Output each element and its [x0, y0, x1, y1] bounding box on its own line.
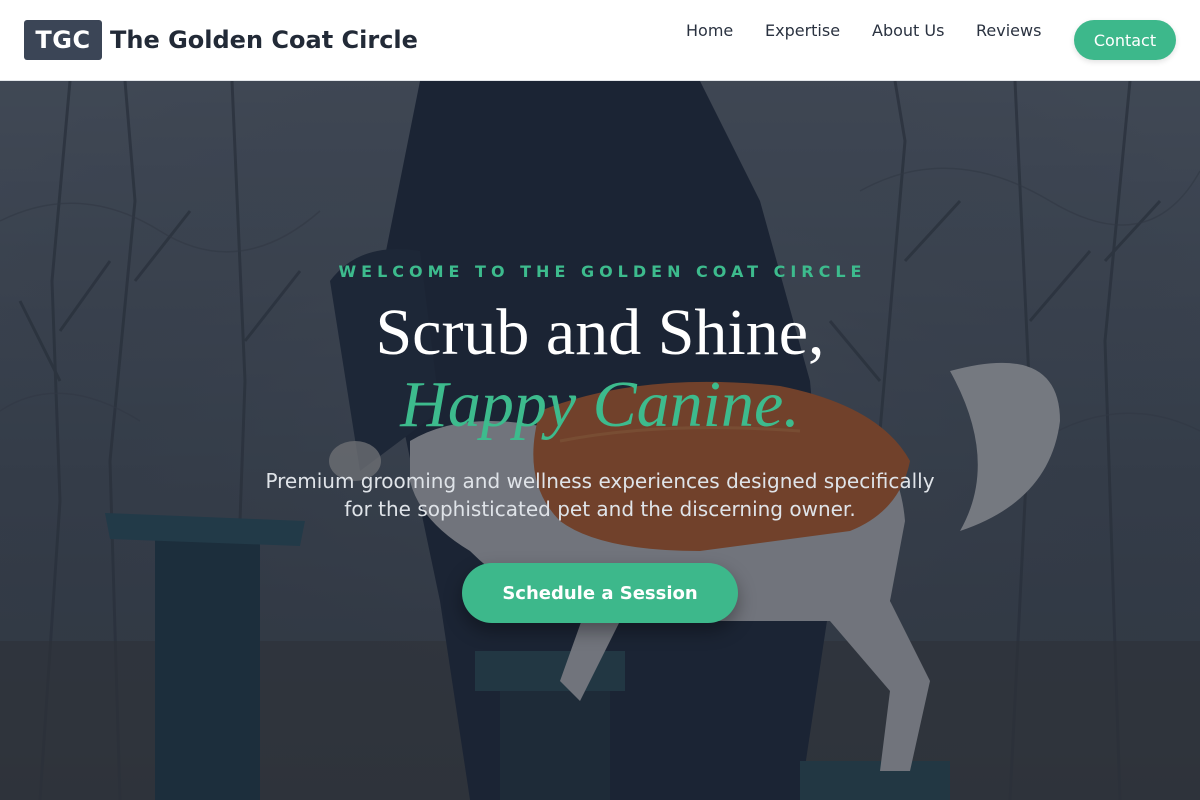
- headline-line-1: Scrub and Shine,: [375, 296, 825, 369]
- hero-subtitle: Premium grooming and wellness experience…: [265, 469, 935, 521]
- contact-button[interactable]: Contact: [1074, 20, 1176, 60]
- schedule-session-button[interactable]: Schedule a Session: [462, 563, 738, 623]
- nav-link-reviews[interactable]: Reviews: [976, 21, 1041, 40]
- nav-link-expertise[interactable]: Expertise: [765, 21, 840, 40]
- nav-link-home[interactable]: Home: [686, 21, 733, 40]
- hero-eyebrow: WELCOME TO THE GOLDEN COAT CIRCLE: [338, 262, 867, 281]
- site-header: TGC The Golden Coat Circle Home Expertis…: [0, 0, 1200, 81]
- main-nav: Home Expertise About Us Reviews: [0, 21, 1200, 43]
- hero-headline: Scrub and Shine, Happy Canine.: [0, 296, 1200, 440]
- hero-content: WELCOME TO THE GOLDEN COAT CIRCLE Scrub …: [0, 81, 1200, 800]
- headline-line-2: Happy Canine.: [400, 368, 800, 441]
- nav-link-about-us[interactable]: About Us: [872, 21, 944, 40]
- hero-section: WELCOME TO THE GOLDEN COAT CIRCLE Scrub …: [0, 81, 1200, 800]
